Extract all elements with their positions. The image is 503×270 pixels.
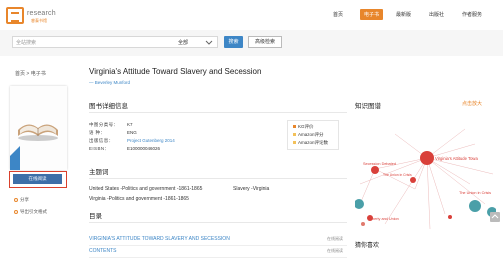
graph-node (361, 222, 365, 226)
site-logo[interactable]: research 睿泰书馆 (6, 7, 76, 25)
toc-item-label[interactable]: VIRGINIA'S ATTITUDE TOWARD SLAVERY AND S… (89, 236, 230, 242)
graph-node-label: Virginia's Attitude Towa (435, 156, 478, 161)
toc-heading: 目录 (89, 213, 102, 220)
export-label: 导出引文格式 (20, 209, 47, 214)
nav-author-services[interactable]: 作者服务 (462, 11, 482, 18)
open-book-icon (10, 124, 58, 170)
rating-amazon-reviews: Amazon评论数 (293, 140, 328, 146)
logo-text: research (27, 10, 56, 17)
amazon-icon (293, 133, 296, 137)
graph-node (410, 177, 416, 183)
nav-latest[interactable]: 最新版 (396, 11, 411, 18)
amazon-icon (293, 141, 296, 145)
search-scope-select[interactable]: 全部 (178, 39, 188, 46)
rating-amazon: Amazon评分 (293, 132, 324, 138)
book-logo-icon (6, 7, 24, 24)
divider (89, 222, 347, 223)
share-link[interactable]: 分享 (14, 197, 29, 203)
graph-node-main (420, 151, 434, 165)
kg-icon (293, 125, 296, 129)
subject-heading: 主题词 (89, 169, 109, 176)
logo-subtext: 睿泰书馆 (31, 18, 47, 23)
nav-ebooks[interactable]: 电子书 (360, 9, 384, 20)
nav-publishers[interactable]: 出版社 (429, 11, 444, 18)
export-citation-link[interactable]: 导出引文格式 (14, 209, 47, 215)
info-row-language: 语 种： ENG (89, 130, 137, 135)
publisher-link[interactable]: Project Gutenberg 2014 (127, 138, 175, 143)
nav-home[interactable]: 首页 (333, 11, 343, 18)
ratings-box: KG评价 Amazon评分 Amazon评论数 (287, 120, 339, 150)
search-button[interactable]: 搜索 (224, 36, 243, 48)
scroll-up-button[interactable] (490, 212, 500, 222)
graph-node (469, 200, 481, 212)
info-row-classification: 中图分类号： K7 (89, 122, 133, 127)
graph-node-label: The Union in Crisis (383, 173, 412, 177)
export-icon (14, 209, 18, 214)
advanced-search-button[interactable]: 高级检索 (248, 36, 282, 48)
read-online-button[interactable]: 在线阅读 (13, 174, 62, 184)
chevron-up-icon (491, 214, 499, 219)
graph-node (355, 199, 364, 209)
info-row-publisher: 出版信息： Project Gutenberg 2014 (89, 138, 175, 143)
rating-kg: KG评价 (293, 124, 314, 130)
knowledge-graph[interactable]: Virginia's Attitude Towa Secession Debat… (355, 114, 496, 232)
info-row-eisbn: EISBN： E100000046026 (89, 146, 161, 151)
book-author[interactable]: — Beverley Munford (89, 80, 130, 85)
divider (89, 178, 347, 179)
toc-read-link[interactable]: 在线阅读 (327, 236, 343, 242)
graph-node (371, 166, 379, 174)
read-online-button-wrapper[interactable]: 在线阅读 (9, 171, 67, 188)
toc-item-label[interactable]: CONTENTS (89, 248, 117, 254)
share-label: 分享 (20, 197, 29, 202)
graph-node-label: Secession Debated (363, 162, 396, 166)
book-title: Virginia's Attitude Toward Slavery and S… (89, 67, 262, 76)
subject-term[interactable]: United States -Politics and government -… (89, 186, 202, 192)
subject-term[interactable]: Virginia -Politics and government -1861-… (89, 196, 189, 202)
toc-item[interactable]: VIRGINIA'S ATTITUDE TOWARD SLAVERY AND S… (89, 235, 347, 246)
graph-node-label: The Union in Crisis (459, 191, 491, 195)
breadcrumb[interactable]: 首页 > 电子书 (15, 70, 46, 77)
toc-item[interactable]: CONTENTS 在线阅读 (89, 247, 347, 258)
divider (89, 112, 347, 113)
chevron-down-icon[interactable] (205, 38, 213, 46)
details-heading: 图书详细信息 (89, 103, 128, 110)
expand-graph-link[interactable]: 点击放大 (462, 100, 482, 107)
knowledge-graph-heading: 知识图谱 (355, 103, 381, 110)
graph-node (448, 215, 452, 219)
top-header: research 睿泰书馆 首页 电子书 最新版 出版社 作者服务 (0, 0, 503, 31)
recommendations-heading: 猜你喜欢 (355, 243, 380, 249)
toc-read-link[interactable]: 在线阅读 (327, 248, 343, 254)
graph-node-label: Liberty and Union (369, 217, 399, 221)
book-cover[interactable] (10, 86, 67, 170)
share-icon (14, 197, 18, 202)
subject-term[interactable]: Slavery -Virginia (233, 186, 269, 192)
